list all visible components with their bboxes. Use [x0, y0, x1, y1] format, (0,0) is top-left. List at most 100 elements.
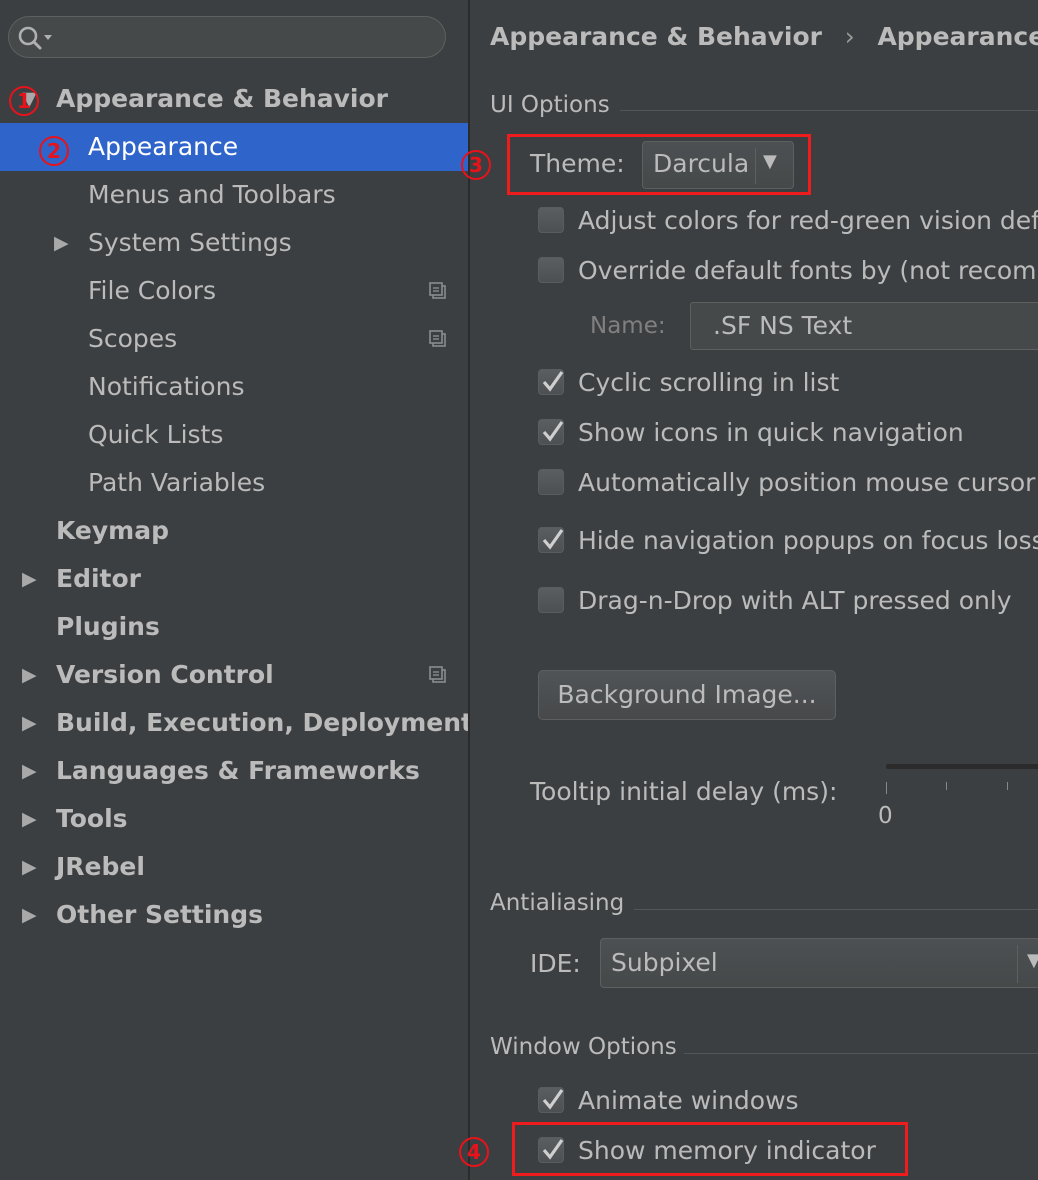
tree-item-scopes[interactable]: Scopes — [0, 315, 468, 363]
tree-item-label: Notifications — [88, 372, 245, 401]
checkbox-cyclic-scrolling[interactable] — [538, 369, 564, 395]
tree-item-label: JRebel — [56, 852, 145, 881]
font-name-label: Name: — [590, 313, 666, 339]
tree-item-jrebel[interactable]: ▶ JRebel — [0, 843, 468, 891]
collapsed-arrow-icon[interactable]: ▶ — [22, 795, 42, 843]
breadcrumb: Appearance & Behavior › Appearance — [490, 22, 1038, 51]
dropdown-divider — [1017, 945, 1018, 983]
breadcrumb-parent[interactable]: Appearance & Behavior — [490, 22, 822, 51]
slider-tick — [1007, 782, 1008, 790]
checkmark-icon — [542, 1089, 564, 1110]
checkmark-icon — [542, 371, 564, 392]
group-separator — [684, 1053, 1038, 1054]
tree-item-label: Appearance — [88, 132, 239, 161]
annotation-box-memory-indicator — [512, 1122, 908, 1176]
tree-item-label: Editor — [56, 564, 141, 593]
collapsed-arrow-icon[interactable]: ▶ — [22, 843, 42, 891]
chevron-down-icon[interactable]: ▼ — [1027, 950, 1038, 971]
checkmark-icon — [542, 529, 564, 550]
slider-min-label: 0 — [878, 803, 893, 829]
checkbox-label: Automatically position mouse cursor — [578, 468, 1036, 497]
tree-item-version-control[interactable]: ▶ Version Control — [0, 651, 468, 699]
tree-item-label: Languages & Frameworks — [56, 756, 420, 785]
tree-item-label: Version Control — [56, 660, 274, 689]
project-level-icon — [429, 666, 446, 683]
checkbox-label: Hide navigation popups on focus loss — [578, 526, 1038, 555]
tree-item-plugins[interactable]: Plugins — [0, 603, 468, 651]
tree-item-quick-lists[interactable]: Quick Lists — [0, 411, 468, 459]
settings-sidebar: ▼ Appearance & Behavior Appearance Menus… — [0, 0, 473, 1180]
checkbox-label: Animate windows — [578, 1086, 799, 1115]
tooltip-delay-slider[interactable] — [886, 764, 1038, 769]
annotation-marker-4: 4 — [459, 1137, 489, 1167]
tree-item-build-execution-deployment[interactable]: ▶ Build, Execution, Deployment — [0, 699, 473, 747]
annotation-marker-1: 1 — [9, 86, 39, 116]
checkbox-label: Cyclic scrolling in list — [578, 368, 840, 397]
checkbox-hide-nav-popups[interactable] — [538, 527, 564, 553]
background-image-button[interactable]: Background Image... — [538, 670, 836, 720]
tooltip-delay-label: Tooltip initial delay (ms): — [530, 777, 838, 806]
slider-tick — [886, 782, 887, 794]
group-title-window-options: Window Options — [490, 1034, 677, 1060]
search-field[interactable] — [8, 16, 446, 58]
ide-antialiasing-value: Subpixel — [611, 948, 718, 977]
tree-item-label: Plugins — [56, 612, 160, 641]
tree-item-label: Tools — [56, 804, 128, 833]
ide-label: IDE: — [530, 949, 581, 978]
tree-item-label: Keymap — [56, 516, 170, 545]
search-icon[interactable] — [15, 23, 55, 53]
project-level-icon — [429, 330, 446, 347]
tree-item-other-settings[interactable]: ▶ Other Settings — [0, 891, 468, 939]
breadcrumb-current: Appearance — [877, 22, 1038, 51]
tree-item-file-colors[interactable]: File Colors — [0, 267, 468, 315]
checkbox-label: Show icons in quick navigation — [578, 418, 964, 447]
group-title-antialiasing: Antialiasing — [490, 890, 625, 916]
tree-item-appearance[interactable]: Appearance — [0, 123, 468, 171]
checkbox-red-green-vision[interactable] — [538, 207, 564, 233]
tree-item-path-variables[interactable]: Path Variables — [0, 459, 468, 507]
tree-item-system-settings[interactable]: ▶ System Settings — [0, 219, 468, 267]
collapsed-arrow-icon[interactable]: ▶ — [22, 747, 42, 795]
tree-item-notifications[interactable]: Notifications — [0, 363, 468, 411]
tree-item-appearance-behavior[interactable]: ▼ Appearance & Behavior — [0, 75, 468, 123]
tree-item-languages-frameworks[interactable]: ▶ Languages & Frameworks — [0, 747, 468, 795]
collapsed-arrow-icon[interactable]: ▶ — [22, 651, 42, 699]
tree-item-label: Scopes — [88, 324, 178, 353]
checkbox-label: Adjust colors for red-green vision def — [578, 206, 1038, 235]
tree-item-label: Quick Lists — [88, 420, 224, 449]
tree-item-label: Other Settings — [56, 900, 263, 929]
tree-item-label: File Colors — [88, 276, 217, 305]
tree-item-editor[interactable]: ▶ Editor — [0, 555, 468, 603]
tree-item-tools[interactable]: ▶ Tools — [0, 795, 468, 843]
tree-item-menus-toolbars[interactable]: Menus and Toolbars — [0, 171, 468, 219]
collapsed-arrow-icon[interactable]: ▶ — [22, 891, 42, 939]
checkbox-show-icons-navigation[interactable] — [538, 419, 564, 445]
project-level-icon — [429, 282, 446, 299]
tree-item-label: Menus and Toolbars — [88, 180, 336, 209]
tree-item-label: System Settings — [88, 228, 292, 257]
collapsed-arrow-icon[interactable]: ▶ — [22, 699, 42, 747]
checkbox-label: Override default fonts by (not recomm — [578, 256, 1038, 285]
checkmark-icon — [542, 421, 564, 442]
annotation-marker-3: 3 — [461, 150, 491, 180]
font-name-combo[interactable]: .SF NS Text — [690, 302, 1038, 350]
tree-item-label: Build, Execution, Deployment — [56, 708, 473, 737]
font-name-value: .SF NS Text — [713, 311, 853, 340]
tree-item-label: Appearance & Behavior — [56, 84, 388, 113]
checkbox-position-mouse-cursor[interactable] — [538, 469, 564, 495]
group-separator — [634, 909, 1038, 910]
collapsed-arrow-icon[interactable]: ▶ — [54, 219, 74, 267]
group-separator — [620, 110, 1038, 111]
ide-antialiasing-dropdown[interactable]: Subpixel ▼ — [600, 938, 1038, 988]
checkbox-override-fonts[interactable] — [538, 257, 564, 283]
annotation-box-theme — [507, 134, 811, 195]
breadcrumb-separator: › — [844, 22, 855, 51]
checkbox-label: Drag-n-Drop with ALT pressed only — [578, 586, 1012, 615]
tree-item-label: Path Variables — [88, 468, 266, 497]
slider-tick — [946, 782, 947, 790]
group-title-ui-options: UI Options — [490, 92, 610, 118]
checkbox-drag-n-drop-alt[interactable] — [538, 587, 564, 613]
tree-item-keymap[interactable]: Keymap — [0, 507, 468, 555]
collapsed-arrow-icon[interactable]: ▶ — [22, 555, 42, 603]
checkbox-animate-windows[interactable] — [538, 1087, 564, 1113]
